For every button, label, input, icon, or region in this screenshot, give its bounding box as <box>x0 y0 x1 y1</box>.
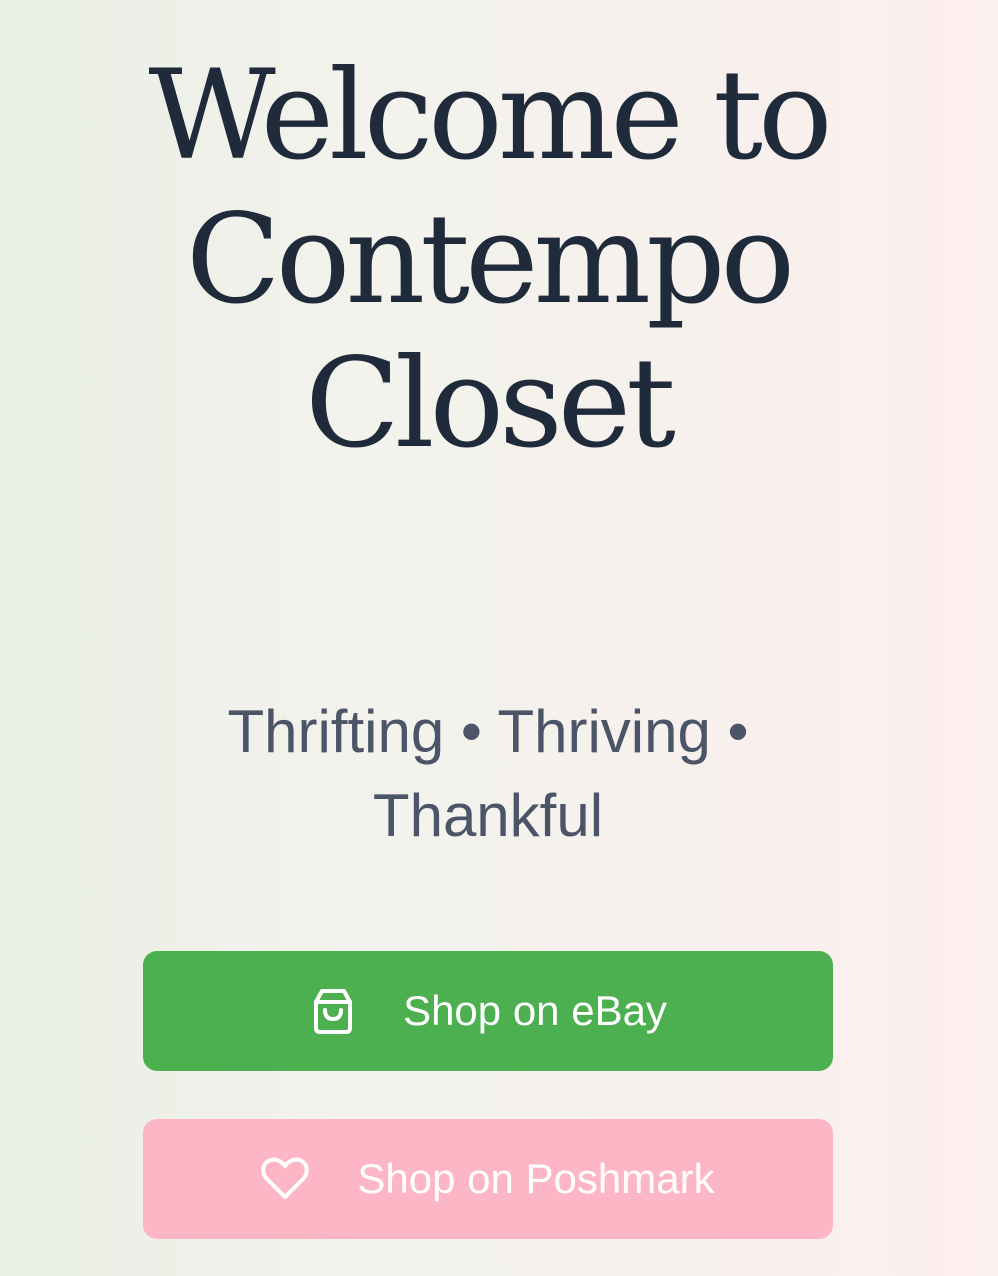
tagline: Thrifting • Thriving • Thankful <box>227 698 749 849</box>
heart-icon <box>261 1155 310 1203</box>
shop-on-ebay-button[interactable]: Shop on eBay <box>143 951 833 1071</box>
page-edge <box>976 0 998 1276</box>
ebay-button-label: Shop on eBay <box>403 987 667 1034</box>
poshmark-button-label: Shop on Poshmark <box>357 1155 715 1202</box>
shopping-bag-icon <box>309 987 357 1035</box>
page-title: Welcome to Contempo Closet <box>148 44 832 476</box>
shop-on-poshmark-button[interactable]: Shop on Poshmark <box>143 1119 833 1239</box>
hero-section: Welcome to Contempo Closet Thrifting • T… <box>0 0 976 1276</box>
